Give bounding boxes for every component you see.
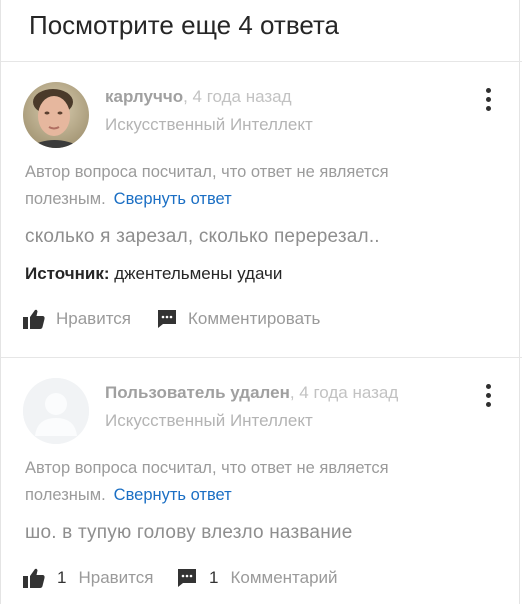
author-category[interactable]: Искусственный Интеллект: [105, 411, 313, 431]
collapse-answer-link[interactable]: Свернуть ответ: [114, 486, 232, 504]
author-line: Пользователь удален, 4 года назад: [105, 383, 398, 403]
notice-line: Автор вопроса посчитал, что ответ не явл…: [25, 459, 389, 477]
like-count: 1: [57, 568, 67, 587]
notice-line: полезным. Свернуть ответ: [25, 186, 445, 213]
user-photo: [23, 82, 89, 148]
author-category[interactable]: Искусственный Интеллект: [105, 115, 313, 135]
source-label: Источник:: [25, 264, 110, 283]
default-user-icon: [23, 378, 89, 444]
comment-count: 1: [209, 568, 219, 587]
answer-actions: 1 Нравится 1 Комментарий: [23, 568, 363, 594]
comment-icon: [178, 569, 196, 587]
source-value: джентельмены удачи: [109, 264, 283, 283]
answer-text: сколько я зарезал, сколько перерезал..: [25, 226, 380, 247]
author-name[interactable]: карлуччо: [105, 87, 183, 106]
more-answers-title[interactable]: Посмотрите еще 4 ответа: [29, 10, 339, 41]
unhelpful-notice: Автор вопроса посчитал, что ответ не явл…: [25, 455, 445, 509]
answer-time: , 4 года назад: [289, 383, 399, 402]
more-dot-icon: [486, 106, 491, 111]
comment-label: Комментарий: [230, 568, 338, 587]
avatar[interactable]: [23, 378, 89, 444]
avatar[interactable]: [23, 82, 89, 148]
more-options-button[interactable]: [479, 88, 499, 111]
more-dot-icon: [486, 402, 491, 407]
notice-line: Автор вопроса посчитал, что ответ не явл…: [25, 163, 389, 181]
notice-line: полезным. Свернуть ответ: [25, 482, 445, 509]
comment-button[interactable]: Комментировать: [157, 309, 320, 329]
more-dot-icon: [486, 384, 491, 389]
answer-text: шо. в тупую голову влезло название: [25, 522, 353, 543]
thumbs-up-icon: [23, 568, 45, 588]
author-line: карлуччо, 4 года назад: [105, 87, 292, 107]
comment-button[interactable]: 1 Комментарий: [177, 568, 338, 588]
thumbs-up-icon: [23, 309, 45, 329]
more-options-button[interactable]: [479, 384, 499, 407]
notice-line-end: полезным.: [25, 190, 106, 208]
answer-time: , 4 года назад: [183, 87, 292, 106]
like-label: Нравится: [56, 309, 132, 328]
collapse-answer-link[interactable]: Свернуть ответ: [114, 190, 232, 208]
answer-source: Источник: джентельмены удачи: [25, 264, 282, 284]
author-name[interactable]: Пользователь удален: [105, 383, 290, 402]
notice-line-end: полезным.: [25, 486, 106, 504]
more-dot-icon: [486, 393, 491, 398]
more-dot-icon: [486, 88, 491, 93]
like-label: Нравится: [78, 568, 154, 587]
more-answers-header: Посмотрите еще 4 ответа: [1, 0, 522, 62]
like-button[interactable]: Нравится: [23, 309, 131, 329]
answers-panel: Посмотрите еще 4 ответа карлуччо, 4 года…: [0, 0, 522, 604]
unhelpful-notice: Автор вопроса посчитал, что ответ не явл…: [25, 159, 445, 213]
like-button[interactable]: 1 Нравится: [23, 568, 153, 588]
more-dot-icon: [486, 97, 491, 102]
answer-card: Пользователь удален, 4 года назад Искусс…: [1, 358, 522, 604]
answer-actions: Нравится Комментировать: [23, 309, 343, 335]
answer-card: карлуччо, 4 года назад Искусственный Инт…: [1, 62, 522, 358]
comment-label: Комментировать: [188, 309, 321, 328]
comment-icon: [158, 310, 176, 328]
